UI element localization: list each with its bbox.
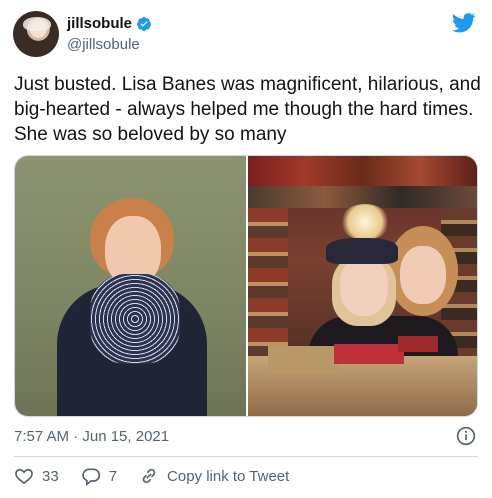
like-count: 33 — [42, 467, 59, 485]
reply-icon — [82, 468, 100, 486]
heart-icon — [15, 468, 33, 485]
photo-right-face-1 — [340, 256, 388, 316]
tweet-media[interactable] — [14, 155, 478, 417]
reply-count: 7 — [108, 467, 118, 485]
photo-right-light — [340, 204, 390, 240]
tweet-actions: 33 7 Copy link to Tweet — [14, 466, 311, 486]
author-name-row[interactable]: jillsobule — [67, 15, 152, 32]
tweet-timestamp[interactable]: 7:57 AM · Jun 15, 2021 — [14, 428, 169, 445]
like-button[interactable]: 33 — [14, 466, 59, 486]
link-icon — [142, 468, 156, 484]
photo-right-hat — [326, 238, 398, 264]
divider — [14, 456, 478, 457]
info-icon[interactable] — [456, 426, 476, 446]
tweet-text: Just busted. Lisa Banes was magnificent,… — [14, 74, 481, 145]
twitter-bird-icon[interactable] — [452, 13, 476, 33]
photo-left[interactable] — [15, 156, 246, 416]
photo-right[interactable] — [248, 156, 477, 416]
author-handle[interactable]: @jillsobule — [67, 36, 140, 53]
copy-link-label: Copy link to Tweet — [167, 467, 290, 485]
photo-right-book-front — [268, 346, 338, 374]
verified-badge-icon — [137, 16, 152, 31]
tweet-card: jillsobule @jillsobule Just busted. Lisa… — [0, 0, 492, 498]
photo-right-face-2 — [400, 246, 446, 304]
photo-right-book-red — [334, 344, 404, 364]
avatar[interactable] — [13, 11, 59, 57]
photo-right-shelf-top — [248, 156, 477, 186]
photo-left-scarf — [90, 274, 180, 364]
copy-link-button[interactable]: Copy link to Tweet — [139, 466, 289, 486]
photo-right-book-stack-left — [248, 208, 288, 358]
reply-button[interactable]: 7 — [81, 466, 117, 486]
author-display-name[interactable]: jillsobule — [67, 15, 132, 32]
photo-right-book-red-2 — [398, 336, 438, 352]
